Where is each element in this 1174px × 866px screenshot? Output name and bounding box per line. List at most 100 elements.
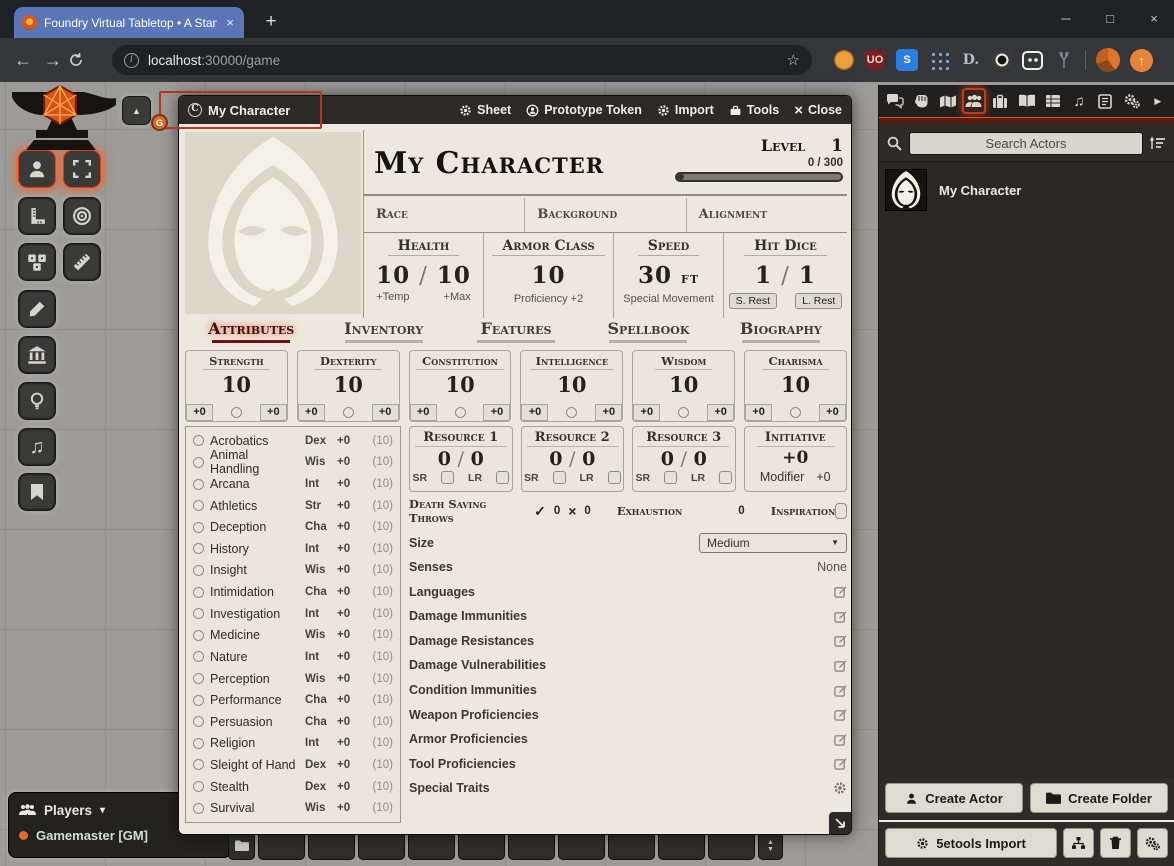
death-fail-count[interactable]: 0 bbox=[584, 505, 590, 517]
skill-row[interactable]: AthleticsStr+0(10) bbox=[193, 496, 393, 516]
walls-tool[interactable] bbox=[18, 336, 56, 374]
ability-wisdom[interactable]: Wisdom10 +0+0 bbox=[632, 350, 735, 422]
new-tab-button[interactable]: + bbox=[258, 9, 284, 35]
tab-chat[interactable] bbox=[883, 88, 907, 114]
skill-proficiency-radio[interactable] bbox=[193, 716, 204, 727]
tab-actors[interactable] bbox=[962, 88, 987, 114]
delete-button[interactable] bbox=[1100, 828, 1131, 858]
create-folder-button[interactable]: Create Folder bbox=[1030, 783, 1168, 813]
skill-proficiency-radio[interactable] bbox=[193, 565, 204, 576]
skill-proficiency-radio[interactable] bbox=[193, 522, 204, 533]
ability-save[interactable]: +0 bbox=[819, 404, 846, 421]
skill-row[interactable]: InvestigationInt+0(10) bbox=[193, 604, 393, 624]
skill-proficiency-radio[interactable] bbox=[193, 435, 204, 446]
lr-checkbox[interactable] bbox=[608, 471, 621, 484]
skill-row[interactable]: SurvivalWis+0(10) bbox=[193, 798, 393, 818]
speed-stat[interactable]: Speed 30 ft Special Movement bbox=[614, 233, 724, 318]
edit-icon[interactable] bbox=[834, 659, 847, 672]
ability-mod[interactable]: +0 bbox=[521, 404, 548, 421]
background-field[interactable]: Background bbox=[525, 198, 686, 232]
gear-icon[interactable] bbox=[833, 781, 847, 795]
sheet-config-button[interactable]: Sheet bbox=[459, 103, 511, 117]
profile-avatar[interactable] bbox=[1096, 48, 1120, 72]
search-actors-input[interactable] bbox=[909, 132, 1143, 155]
skill-proficiency-radio[interactable] bbox=[193, 651, 204, 662]
lr-checkbox[interactable] bbox=[719, 471, 732, 484]
settings-button[interactable] bbox=[1137, 828, 1168, 858]
camera-frame[interactable] bbox=[159, 91, 322, 129]
skill-row[interactable]: StealthDex+0(10) bbox=[193, 777, 393, 797]
skill-proficiency-radio[interactable] bbox=[193, 630, 204, 641]
save-proficiency-radio[interactable] bbox=[678, 407, 689, 418]
skill-row[interactable]: ArcanaInt+0(10) bbox=[193, 474, 393, 494]
skill-proficiency-radio[interactable] bbox=[193, 608, 204, 619]
edit-icon[interactable] bbox=[834, 634, 847, 647]
resource-2[interactable]: Resource 2 0 / 0 SRLR bbox=[521, 426, 625, 492]
short-rest-button[interactable]: S. Rest bbox=[729, 293, 777, 309]
measure-tool[interactable] bbox=[63, 243, 101, 281]
prototype-token-button[interactable]: Prototype Token bbox=[526, 103, 642, 117]
skill-proficiency-radio[interactable] bbox=[193, 479, 204, 490]
tab-inventory[interactable]: Inventory bbox=[317, 316, 449, 346]
tab-attributes[interactable]: Attributes bbox=[185, 316, 317, 346]
tab-settings[interactable] bbox=[1120, 88, 1144, 114]
macro-slot[interactable] bbox=[358, 831, 405, 860]
edit-icon[interactable] bbox=[834, 708, 847, 721]
d-extension-icon[interactable]: D. bbox=[960, 49, 982, 71]
death-success-icon[interactable]: ✓ bbox=[534, 503, 546, 520]
ability-mod[interactable]: +0 bbox=[410, 404, 437, 421]
window-maximize-button[interactable]: □ bbox=[1090, 0, 1130, 36]
tools-button[interactable]: Tools bbox=[729, 103, 779, 117]
tab-biography[interactable]: Biography bbox=[715, 316, 847, 346]
macro-slot[interactable] bbox=[408, 831, 455, 860]
macro-slot[interactable] bbox=[308, 831, 355, 860]
sounds-tool[interactable]: ♫ bbox=[18, 428, 56, 466]
skill-proficiency-radio[interactable] bbox=[193, 759, 204, 770]
ability-score[interactable]: 10 bbox=[334, 372, 363, 397]
hp-tempmax-label[interactable]: +Max bbox=[444, 291, 471, 303]
close-window-button[interactable]: × Close bbox=[794, 103, 842, 117]
skill-proficiency-radio[interactable] bbox=[193, 695, 204, 706]
exhaustion-value[interactable]: 0 bbox=[738, 505, 744, 517]
ability-dexterity[interactable]: Dexterity10 +0+0 bbox=[297, 350, 400, 422]
special-movement-label[interactable]: Special Movement bbox=[623, 293, 714, 305]
cookie-extension-icon[interactable] bbox=[834, 50, 854, 70]
lighting-tool[interactable] bbox=[18, 382, 56, 420]
ability-mod[interactable]: +0 bbox=[186, 404, 213, 421]
death-success-count[interactable]: 0 bbox=[554, 505, 560, 517]
collapse-controls-button[interactable]: ▲ bbox=[122, 96, 151, 125]
camera-extension-icon[interactable] bbox=[992, 50, 1012, 70]
5etools-import-button[interactable]: 5etools Import bbox=[885, 828, 1057, 858]
ability-score[interactable]: 10 bbox=[445, 372, 474, 397]
edit-icon[interactable] bbox=[834, 684, 847, 697]
select-tool[interactable] bbox=[63, 150, 101, 188]
alignment-field[interactable]: Alignment bbox=[687, 198, 847, 232]
ability-save[interactable]: +0 bbox=[707, 404, 734, 421]
shield-extension-icon[interactable]: UO bbox=[864, 49, 886, 71]
tab-playlists[interactable]: ♫ bbox=[1067, 88, 1091, 114]
ability-save[interactable]: +0 bbox=[595, 404, 622, 421]
edit-icon[interactable] bbox=[834, 757, 847, 770]
ability-save[interactable]: +0 bbox=[372, 404, 399, 421]
ability-mod[interactable]: +0 bbox=[745, 404, 772, 421]
window-minimize-button[interactable]: ─ bbox=[1046, 0, 1086, 36]
save-proficiency-radio[interactable] bbox=[566, 407, 577, 418]
container-extension-icon[interactable] bbox=[1022, 51, 1043, 70]
edit-icon[interactable] bbox=[834, 585, 847, 598]
skill-row[interactable]: DeceptionCha+0(10) bbox=[193, 517, 393, 537]
hd-max[interactable]: 1 bbox=[799, 262, 816, 289]
tab-features[interactable]: Features bbox=[450, 316, 582, 346]
skill-row[interactable]: PersuasionCha+0(10) bbox=[193, 712, 393, 732]
notes-tool[interactable] bbox=[18, 473, 56, 511]
macro-slot[interactable] bbox=[258, 831, 305, 860]
skill-proficiency-radio[interactable] bbox=[193, 781, 204, 792]
level-value[interactable]: 1 bbox=[831, 136, 843, 156]
sr-checkbox[interactable] bbox=[664, 471, 677, 484]
skill-proficiency-radio[interactable] bbox=[193, 803, 204, 814]
skill-proficiency-radio[interactable] bbox=[193, 738, 204, 749]
tab-compendium[interactable] bbox=[1093, 88, 1117, 114]
tab-close-icon[interactable]: × bbox=[224, 15, 236, 30]
save-proficiency-radio[interactable] bbox=[343, 407, 354, 418]
skill-proficiency-radio[interactable] bbox=[193, 673, 204, 684]
macro-slot[interactable] bbox=[708, 831, 755, 860]
